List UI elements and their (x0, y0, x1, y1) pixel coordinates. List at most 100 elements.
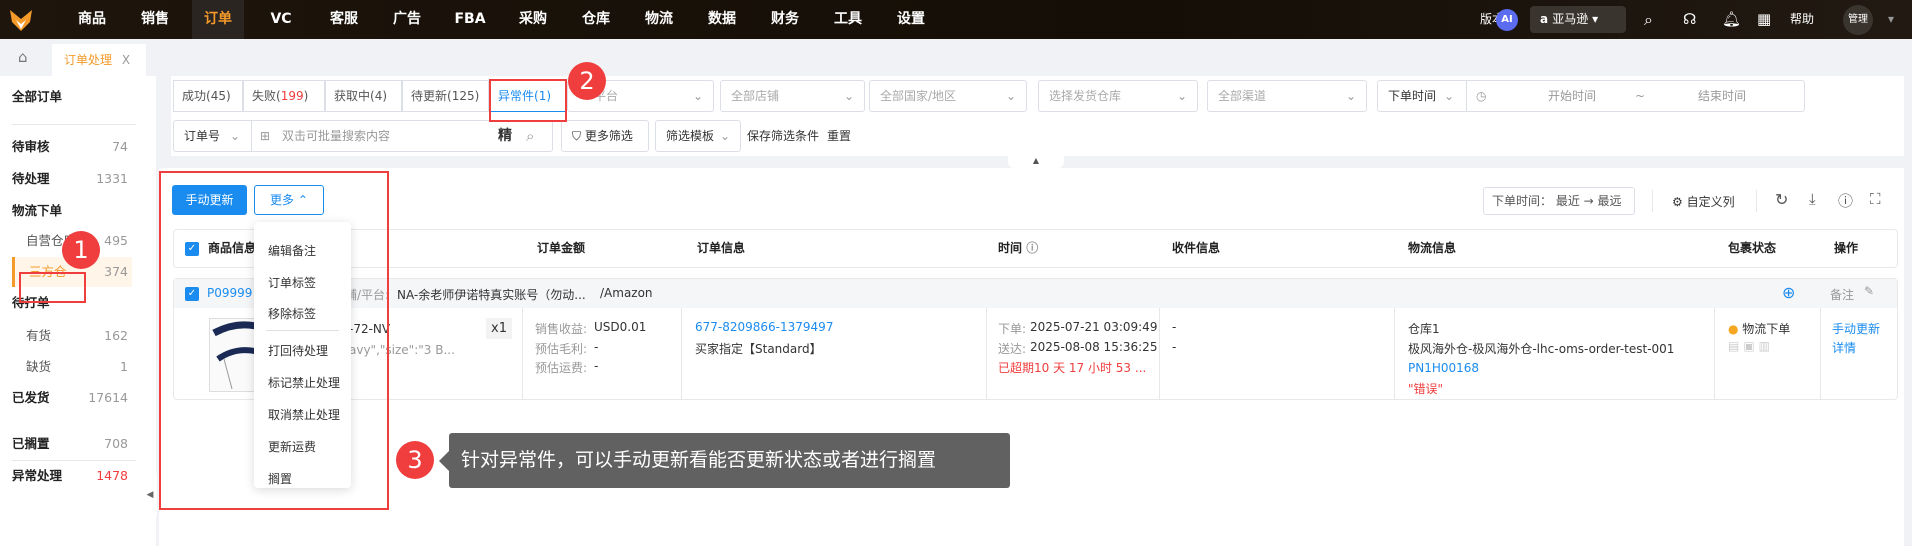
tab-order-processing[interactable]: 订单处理 X (52, 44, 146, 76)
sidebar-item[interactable]: 全部订单 (12, 82, 132, 112)
collapse-sidebar-icon[interactable]: ◀ (143, 470, 157, 520)
sidebar-item-label: 物流下单 (12, 203, 63, 218)
time-type-select[interactable]: 下单时间 (1388, 89, 1436, 103)
nav-item[interactable]: 广告 (381, 0, 433, 39)
sort-select[interactable]: 下单时间： 最近 → 最远 (1483, 187, 1635, 215)
close-tab-icon[interactable]: X (122, 53, 130, 67)
search-type-select[interactable]: 订单号 (184, 129, 220, 143)
annotation-tooltip: 针对异常件，可以手动更新看能否更新状态或者进行搁置 (439, 433, 1010, 488)
status-tab[interactable]: 成功(45) (173, 80, 243, 112)
divider (12, 124, 136, 125)
search-icon[interactable]: ⌕ (526, 121, 534, 151)
add-icon[interactable]: ⊕ (1782, 283, 1795, 302)
collapse-filter-icon[interactable]: ▲ (1008, 156, 1064, 168)
fox-logo-icon[interactable] (8, 7, 34, 33)
nav-item[interactable]: FBA (444, 0, 496, 39)
tracking-link[interactable]: PN1H00168 (1408, 361, 1479, 375)
revenue-value: USD0.01 (594, 320, 647, 334)
sidebar-item-count: 1331 (96, 171, 128, 186)
details-link[interactable]: 详情 (1832, 339, 1856, 356)
ai-button[interactable]: AI (1496, 9, 1518, 31)
status-tab[interactable]: 失败(199) (243, 80, 325, 112)
help-icon[interactable]: ⓘ (1838, 190, 1853, 211)
home-icon[interactable]: ⌂ (18, 48, 28, 66)
manual-update-link[interactable]: 手动更新 (1832, 320, 1880, 337)
column-header: 物流信息 (1408, 241, 1457, 255)
start-time-input[interactable]: 开始时间 (1548, 81, 1596, 111)
country-select[interactable]: 全部国家/地区 ⌄ (869, 80, 1027, 112)
nav-item[interactable]: VC (255, 0, 307, 39)
store-switcher[interactable]: a 亚马逊 ▾ (1530, 6, 1626, 33)
channel-select[interactable]: 全部渠道 ⌄ (1207, 80, 1367, 112)
reset-link[interactable]: 重置 (827, 127, 851, 144)
nav-item[interactable]: 商品 (66, 0, 118, 39)
edit-icon[interactable]: ✎ (1864, 284, 1874, 298)
nav-item[interactable]: 工具 (822, 0, 874, 39)
nav-item[interactable]: 财务 (759, 0, 811, 39)
shop-select[interactable]: 全部店铺 ⌄ (720, 80, 865, 112)
column-header: 订单金额 (537, 241, 586, 255)
sidebar-item-label: 异常处理 (12, 468, 63, 483)
highlight-box-2 (489, 79, 567, 122)
nav-item[interactable]: 数据 (696, 0, 748, 39)
amazon-icon: a (1540, 12, 1553, 26)
headset-icon[interactable]: ☊ (1683, 0, 1696, 39)
nav-item[interactable]: 仓库 (570, 0, 622, 39)
recipient-name: - (1172, 320, 1177, 334)
filter-template-select[interactable]: 筛选模板 ⌄ (655, 120, 741, 152)
sidebar-item[interactable]: 已发货 17614 (12, 383, 132, 413)
search-input[interactable]: 双击可批量搜索内容 (282, 121, 390, 151)
error-text: "错误" (1408, 382, 1444, 396)
warehouse-select[interactable]: 选择发货仓库 ⌄ (1038, 80, 1198, 112)
profit-label: 预估毛利: (535, 342, 588, 356)
nav-item[interactable]: 订单 (192, 0, 244, 39)
column-header: 操作 (1834, 241, 1859, 255)
platform-name: /Amazon (600, 286, 653, 300)
exact-toggle[interactable]: 精 (498, 121, 512, 151)
order-number-link[interactable]: 677-8209866-1379497 (695, 320, 833, 334)
status-tab[interactable]: 待更新(125) (402, 80, 489, 112)
status-dot-icon: ● (1728, 322, 1743, 336)
download-icon[interactable]: ⤓ (1809, 190, 1816, 208)
shop-name: NA-余老师伊诺特真实账号（勿动... (397, 288, 586, 302)
sidebar-item[interactable]: 已搁置 708 (12, 429, 132, 459)
sidebar-item[interactable]: 缺货 1 (12, 352, 132, 382)
chevron-down-icon[interactable]: ▾ (1888, 0, 1894, 39)
question-icon[interactable]: ⓘ (1026, 241, 1038, 255)
fullscreen-icon[interactable]: ⛶ (1870, 190, 1881, 208)
nav-item[interactable]: 客服 (318, 0, 370, 39)
more-filter-button[interactable]: ⛉ 更多筛选 (561, 120, 649, 152)
search-icon[interactable]: ⌕ (1644, 0, 1653, 39)
settings-icon: ⚙ (1672, 195, 1687, 209)
sidebar-item[interactable]: 待审核 74 (12, 132, 132, 162)
step-badge-3: 3 (396, 441, 434, 479)
logistics-channel: 极风海外仓-极风海外仓-lhc-oms-order-test-001 (1408, 342, 1675, 356)
status-action-icons[interactable]: ▤▣▥ (1728, 339, 1774, 353)
status-tab[interactable]: 获取中(4) (325, 80, 402, 112)
apps-grid-icon[interactable]: ▦ (1757, 0, 1771, 39)
help-link[interactable]: 帮助 (1790, 0, 1814, 39)
column-header: 包裹状态 (1728, 241, 1777, 255)
save-filter-link[interactable]: 保存筛选条件 (747, 127, 819, 144)
overdue-text: 已超期10 天 17 小时 53 ... (998, 361, 1147, 375)
end-time-input[interactable]: 结束时间 (1698, 81, 1746, 111)
column-header: 订单信息 (697, 241, 746, 255)
custom-columns-button[interactable]: ⚙ 自定义列 (1672, 193, 1735, 210)
sidebar-item-label: 缺货 (26, 359, 52, 374)
refresh-icon[interactable]: ↻ (1775, 190, 1788, 209)
time-range-picker[interactable]: 下单时间 ⌄ ◷ 开始时间 ~ 结束时间 (1377, 80, 1805, 112)
quantity-badge: x1 (486, 318, 512, 339)
sidebar-item[interactable]: 异常处理 1478 (12, 461, 132, 491)
nav-item[interactable]: 销售 (129, 0, 181, 39)
sidebar-item[interactable]: 有货 162 (12, 321, 132, 351)
sidebar-item-count: 1 (120, 359, 128, 374)
nav-item[interactable]: 采购 (507, 0, 559, 39)
nav-item[interactable]: 物流 (633, 0, 685, 39)
search-box[interactable]: 订单号 ⌄ ⊞ 双击可批量搜索内容 精 ⌕ (173, 120, 553, 152)
user-avatar[interactable]: 管理 (1843, 5, 1873, 35)
bell-icon[interactable]: 🔔︎ (1722, 0, 1741, 39)
sidebar-item[interactable]: 物流下单 (12, 196, 132, 226)
sidebar-item[interactable]: 待处理 1331 (12, 164, 132, 194)
highlight-box-3 (159, 171, 389, 510)
nav-item[interactable]: 设置 (885, 0, 937, 39)
